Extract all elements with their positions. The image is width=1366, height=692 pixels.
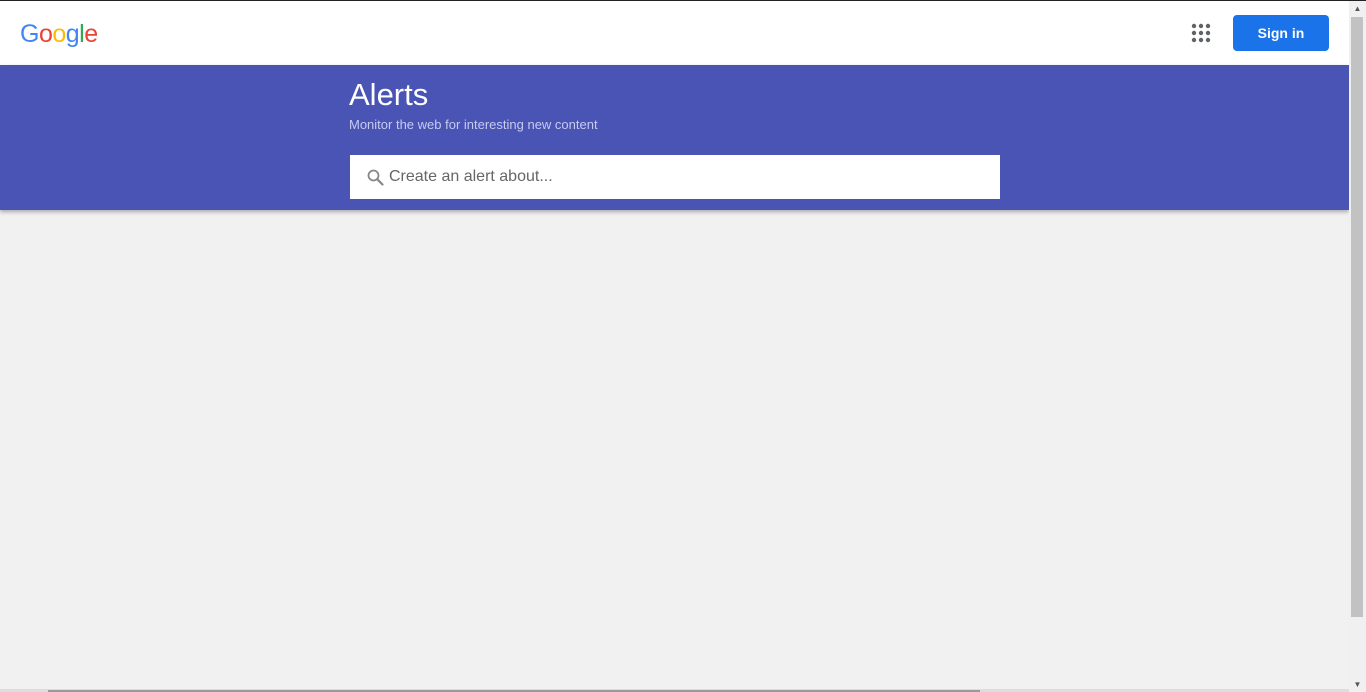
page: Google Sign in Alerts Monitor the web fo… (0, 0, 1366, 692)
logo-letter-3: o (52, 20, 66, 48)
google-apps-button[interactable] (1188, 20, 1214, 46)
page-subtitle: Monitor the web for interesting new cont… (349, 117, 598, 132)
page-title: Alerts (349, 77, 429, 112)
scroll-down-arrow-icon[interactable]: ▼ (1349, 677, 1366, 692)
create-alert-input[interactable] (389, 155, 989, 199)
alerts-hero-banner: Alerts Monitor the web for interesting n… (0, 65, 1349, 210)
search-icon (367, 169, 384, 186)
logo-letter-1: G (20, 20, 39, 48)
apps-grid-icon (1191, 23, 1211, 43)
vertical-scrollbar[interactable]: ▲ ▼ (1349, 1, 1366, 692)
google-logo[interactable]: Google (20, 20, 98, 48)
scrollbar-thumb[interactable] (1351, 17, 1363, 617)
scroll-up-arrow-icon[interactable]: ▲ (1349, 1, 1366, 16)
logo-letter-4: g (65, 20, 80, 48)
logo-letter-6: e (84, 20, 98, 48)
create-alert-search-box[interactable] (350, 155, 1000, 199)
top-bar: Google Sign in (0, 1, 1349, 65)
logo-letter-2: o (38, 20, 53, 48)
sign-in-button[interactable]: Sign in (1233, 15, 1329, 51)
